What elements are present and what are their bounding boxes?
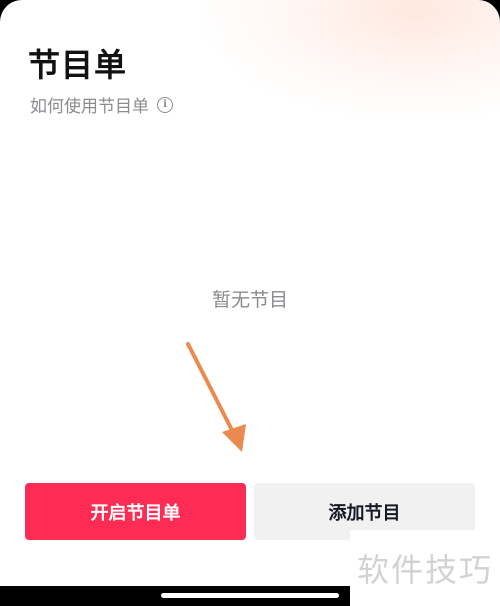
empty-state-text: 暂无节目 [211, 289, 288, 311]
help-link[interactable]: 如何使用节目单 i [30, 92, 173, 117]
help-text: 如何使用节目单 [30, 97, 149, 117]
info-icon[interactable]: i [157, 96, 173, 113]
program-list-sheet: 节目单 如何使用节目单 i 暂无节目 开启节目单 添加节目 [0, 0, 500, 586]
page-title: 节目单 [28, 46, 128, 84]
watermark: 软件技巧 [350, 530, 500, 606]
start-program-button[interactable]: 开启节目单 [25, 483, 246, 540]
home-indicator [161, 593, 339, 598]
header-gradient [200, 0, 500, 120]
annotation-arrow-icon [186, 342, 246, 452]
